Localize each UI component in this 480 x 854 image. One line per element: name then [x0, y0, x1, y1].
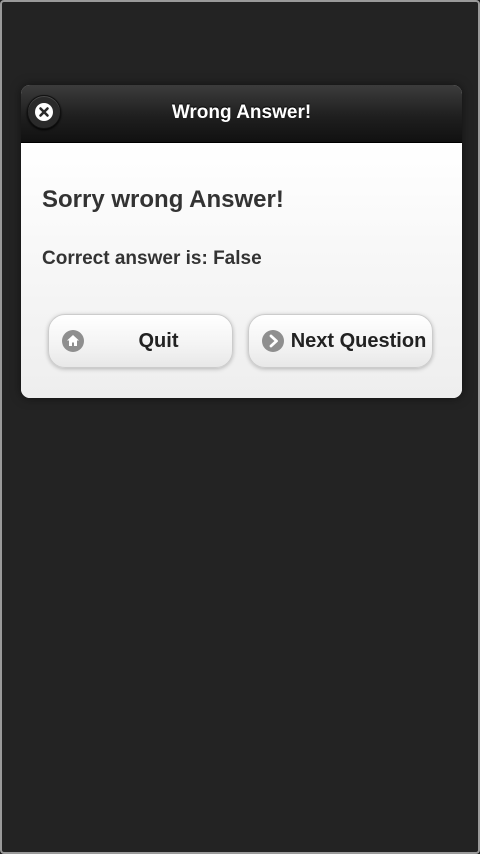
wrong-answer-dialog: Wrong Answer! Sorry wrong Answer! Correc…: [21, 85, 462, 398]
arrow-right-icon: [262, 330, 284, 352]
correct-answer-text: Correct answer is: False: [42, 248, 262, 269]
next-question-button-label: Next Question: [290, 330, 427, 352]
home-icon: [62, 330, 84, 352]
quit-button[interactable]: Quit: [48, 314, 233, 368]
result-heading: Sorry wrong Answer!: [42, 186, 284, 213]
dialog-content: Sorry wrong Answer! Correct answer is: F…: [21, 143, 462, 398]
quit-button-label: Quit: [138, 330, 179, 352]
app-screen: Wrong Answer! Sorry wrong Answer! Correc…: [0, 0, 480, 854]
dialog-header: Wrong Answer!: [21, 85, 462, 143]
dialog-title: Wrong Answer!: [171, 102, 312, 123]
next-question-button[interactable]: Next Question: [248, 314, 433, 368]
